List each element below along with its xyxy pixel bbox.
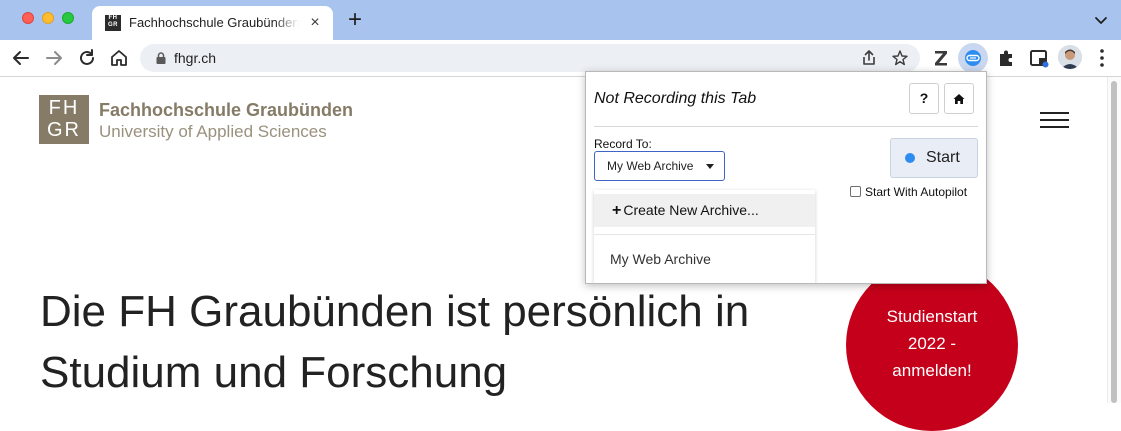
autopilot-checkbox[interactable] <box>850 186 861 197</box>
site-favicon-icon: FH GR <box>105 15 121 31</box>
share-icon[interactable] <box>860 49 878 67</box>
archive-recorder-button[interactable] <box>958 43 988 73</box>
dropdown-divider <box>594 234 815 235</box>
autopilot-checkbox-row[interactable]: Start With Autopilot <box>850 185 967 199</box>
zotero-icon[interactable] <box>929 46 953 70</box>
more-menu-icon[interactable] <box>1090 46 1114 70</box>
tab-title: Fachhochschule Graubünden - University o… <box>129 15 299 30</box>
browser-tab[interactable]: FH GR Fachhochschule Graubünden - Univer… <box>92 6 333 40</box>
page-scrollbar-thumb[interactable] <box>1111 81 1117 403</box>
archive-option-my-web-archive[interactable]: My Web Archive <box>610 250 711 268</box>
caret-down-icon <box>706 164 714 169</box>
hamburger-menu-icon[interactable] <box>1040 112 1069 128</box>
recorder-popup: Not Recording this Tab ? Record To: My W… <box>585 71 987 284</box>
site-logo-mark[interactable]: FH GR <box>39 95 89 144</box>
site-logo-subtitle[interactable]: University of Applied Sciences <box>99 121 327 143</box>
archive-select-dropdown[interactable]: My Web Archive <box>594 151 725 181</box>
autopilot-label: Start With Autopilot <box>865 185 968 199</box>
page-headline: Die FH Graubünden ist persönlich in Stud… <box>40 281 820 403</box>
recording-status-title: Not Recording this Tab <box>594 90 757 107</box>
logo-mark-bottom-text: GR <box>47 119 81 141</box>
cta-line-2: 2022 - <box>907 334 957 353</box>
close-window-button[interactable] <box>22 12 34 24</box>
minimize-window-button[interactable] <box>42 12 54 24</box>
plus-icon: + <box>612 202 622 219</box>
extensions-puzzle-icon[interactable] <box>995 46 1019 70</box>
forward-arrow-icon[interactable] <box>43 47 65 69</box>
profile-avatar-image <box>1058 45 1082 69</box>
cta-line-3: anmelden! <box>892 361 972 380</box>
logo-mark-top-text: FH <box>48 97 80 119</box>
maximize-window-button[interactable] <box>62 12 74 24</box>
popup-divider <box>594 126 978 127</box>
start-label: Start <box>926 149 960 166</box>
home-icon <box>953 94 965 104</box>
cta-line-1: Studienstart <box>886 307 978 326</box>
home-icon[interactable] <box>108 47 130 69</box>
site-logo-name[interactable]: Fachhochschule Graubünden <box>99 99 353 121</box>
new-tab-button[interactable]: + <box>344 8 366 32</box>
reload-icon[interactable] <box>76 47 98 69</box>
start-recording-button[interactable]: Start <box>890 138 978 178</box>
create-new-archive-option[interactable]: + Create New Archive... <box>594 194 815 227</box>
bookmark-star-icon[interactable] <box>891 49 909 67</box>
tab-search-chevron-icon[interactable] <box>1092 11 1110 29</box>
tab-close-button[interactable]: × <box>306 14 324 32</box>
home-button[interactable] <box>944 83 974 114</box>
archive-dropdown-menu: + Create New Archive... My Web Archive <box>594 190 815 283</box>
address-bar[interactable]: fhgr.ch <box>140 44 920 72</box>
record-to-label: Record To: <box>594 137 652 151</box>
lock-icon[interactable] <box>154 51 168 65</box>
back-arrow-icon[interactable] <box>10 47 32 69</box>
media-router-icon[interactable] <box>1027 46 1051 70</box>
archive-recorder-icon <box>965 50 981 66</box>
help-button[interactable]: ? <box>909 83 939 114</box>
create-new-archive-label: Create New Archive... <box>623 202 759 218</box>
selected-archive-text: My Web Archive <box>607 159 694 173</box>
profile-avatar[interactable] <box>1058 45 1082 69</box>
headline-line-1: Die FH Graubünden ist persönlich in <box>40 287 750 336</box>
record-dot-icon <box>905 153 915 163</box>
studienstart-cta-button[interactable]: Studienstart 2022 - anmelden! <box>846 259 1018 431</box>
tab-strip: FH GR Fachhochschule Graubünden - Univer… <box>0 0 1121 40</box>
url-text[interactable]: fhgr.ch <box>174 49 216 67</box>
headline-line-2: Studium und Forschung <box>40 348 508 397</box>
